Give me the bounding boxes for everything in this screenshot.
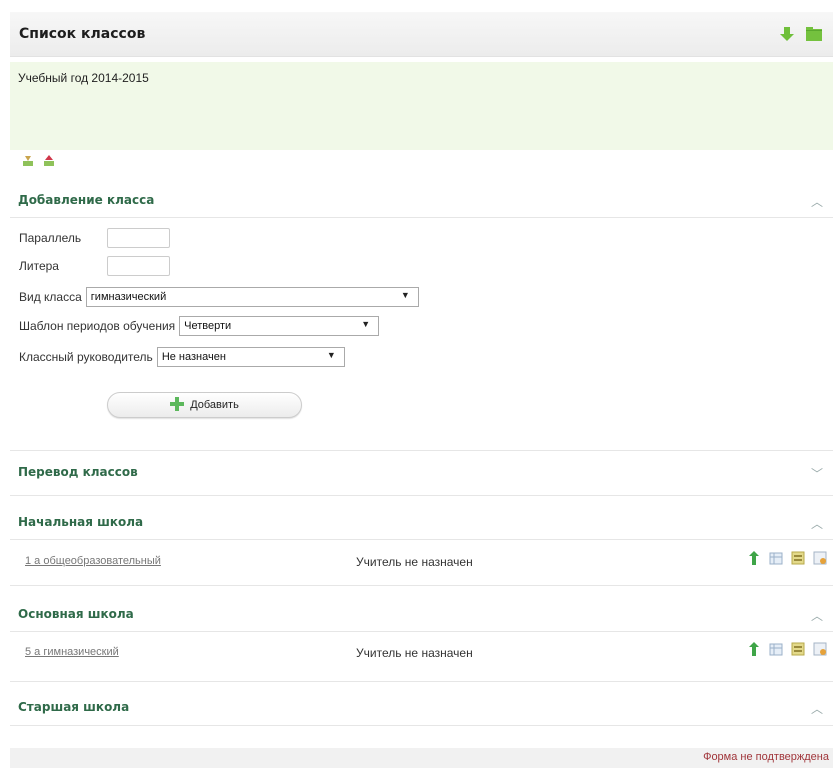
mini-toolbar xyxy=(22,155,55,167)
class-teacher-value: Не назначен xyxy=(161,351,226,363)
form-status-text: Форма не подтверждена xyxy=(703,751,829,763)
periods-row: Шаблон периодов обучения Четверти ▼ xyxy=(19,316,380,336)
chevron-up-icon[interactable]: ︿ xyxy=(811,607,823,624)
move-up-icon[interactable] xyxy=(747,642,761,656)
add-class-button-label: Добавить xyxy=(190,399,239,411)
periods-value: Четверти xyxy=(184,320,232,332)
divider xyxy=(10,217,833,218)
footer-bar: Форма не подтверждена xyxy=(10,748,833,768)
senior-school-section-header[interactable]: Старшая школа ︿ xyxy=(18,700,833,722)
page-header: Список классов xyxy=(10,12,833,57)
class-type-label: Вид класса xyxy=(19,290,82,304)
journal-icon[interactable] xyxy=(791,551,805,565)
dropdown-arrow-icon: ▼ xyxy=(400,290,410,300)
divider xyxy=(10,681,833,682)
chevron-down-icon[interactable]: ﹀ xyxy=(811,465,823,482)
academic-year-label: Учебный год 2014-2015 xyxy=(18,71,149,85)
parallel-label: Параллель xyxy=(19,231,82,245)
export-icon[interactable] xyxy=(43,155,55,167)
class-link[interactable]: 1 а общеобразовательный xyxy=(25,555,161,567)
class-teacher-select[interactable]: Не назначен ▼ xyxy=(156,347,345,367)
schedule-icon[interactable] xyxy=(769,642,783,656)
table-row: 5 а гимназический Учитель не назначен xyxy=(10,636,833,670)
schedule-icon[interactable] xyxy=(769,551,783,565)
periods-label: Шаблон периодов обучения xyxy=(19,319,176,333)
journal-icon[interactable] xyxy=(791,642,805,656)
chevron-up-icon[interactable]: ︿ xyxy=(811,515,823,532)
page-title: Список классов xyxy=(19,26,146,42)
senior-school-title: Старшая школа xyxy=(18,700,130,714)
add-class-section-header[interactable]: Добавление класса ︿ xyxy=(18,193,833,215)
parallel-input[interactable] xyxy=(107,228,170,248)
divider xyxy=(10,539,833,540)
parallel-row: Параллель xyxy=(19,228,170,248)
import-icon[interactable] xyxy=(22,155,34,167)
divider xyxy=(10,725,833,726)
chevron-up-icon[interactable]: ︿ xyxy=(811,193,823,210)
divider xyxy=(10,450,833,451)
academic-year-panel: Учебный год 2014-2015 xyxy=(10,62,833,150)
transfer-classes-section-header[interactable]: Перевод классов ﹀ xyxy=(18,465,833,487)
periods-select[interactable]: Четверти ▼ xyxy=(179,316,380,336)
plus-icon xyxy=(170,396,185,414)
primary-school-section-header[interactable]: Начальная школа ︿ xyxy=(18,515,833,537)
class-teacher-status: Учитель не назначен xyxy=(356,646,473,660)
litera-input[interactable] xyxy=(107,256,170,276)
class-teacher-row: Классный руководитель Не назначен ▼ xyxy=(19,347,345,367)
header-actions xyxy=(778,25,823,43)
add-class-button[interactable]: Добавить xyxy=(107,392,302,418)
add-class-section-title: Добавление класса xyxy=(18,193,155,207)
basic-school-title: Основная школа xyxy=(18,607,134,621)
divider xyxy=(10,585,833,586)
class-teacher-label: Классный руководитель xyxy=(19,350,153,364)
class-teacher-status: Учитель не назначен xyxy=(356,555,473,569)
row-actions xyxy=(747,642,827,656)
class-type-select[interactable]: гимназический ▼ xyxy=(85,287,419,307)
download-icon[interactable] xyxy=(778,25,796,43)
litera-label: Литера xyxy=(19,259,59,273)
basic-school-section-header[interactable]: Основная школа ︿ xyxy=(18,607,833,629)
settings-icon[interactable] xyxy=(813,551,827,565)
dropdown-arrow-icon: ▼ xyxy=(326,350,336,360)
move-up-icon[interactable] xyxy=(747,551,761,565)
excel-icon[interactable] xyxy=(805,25,823,43)
class-type-row: Вид класса гимназический ▼ xyxy=(19,287,419,307)
primary-school-title: Начальная школа xyxy=(18,515,144,529)
divider xyxy=(10,495,833,496)
transfer-classes-title: Перевод классов xyxy=(18,465,138,479)
table-row: 1 а общеобразовательный Учитель не назна… xyxy=(10,545,833,579)
class-type-value: гимназический xyxy=(90,291,167,303)
class-link[interactable]: 5 а гимназический xyxy=(25,646,119,658)
chevron-up-icon[interactable]: ︿ xyxy=(811,700,823,717)
litera-row: Литера xyxy=(19,256,170,276)
dropdown-arrow-icon: ▼ xyxy=(361,319,371,329)
row-actions xyxy=(747,551,827,565)
settings-icon[interactable] xyxy=(813,642,827,656)
divider xyxy=(10,631,833,632)
